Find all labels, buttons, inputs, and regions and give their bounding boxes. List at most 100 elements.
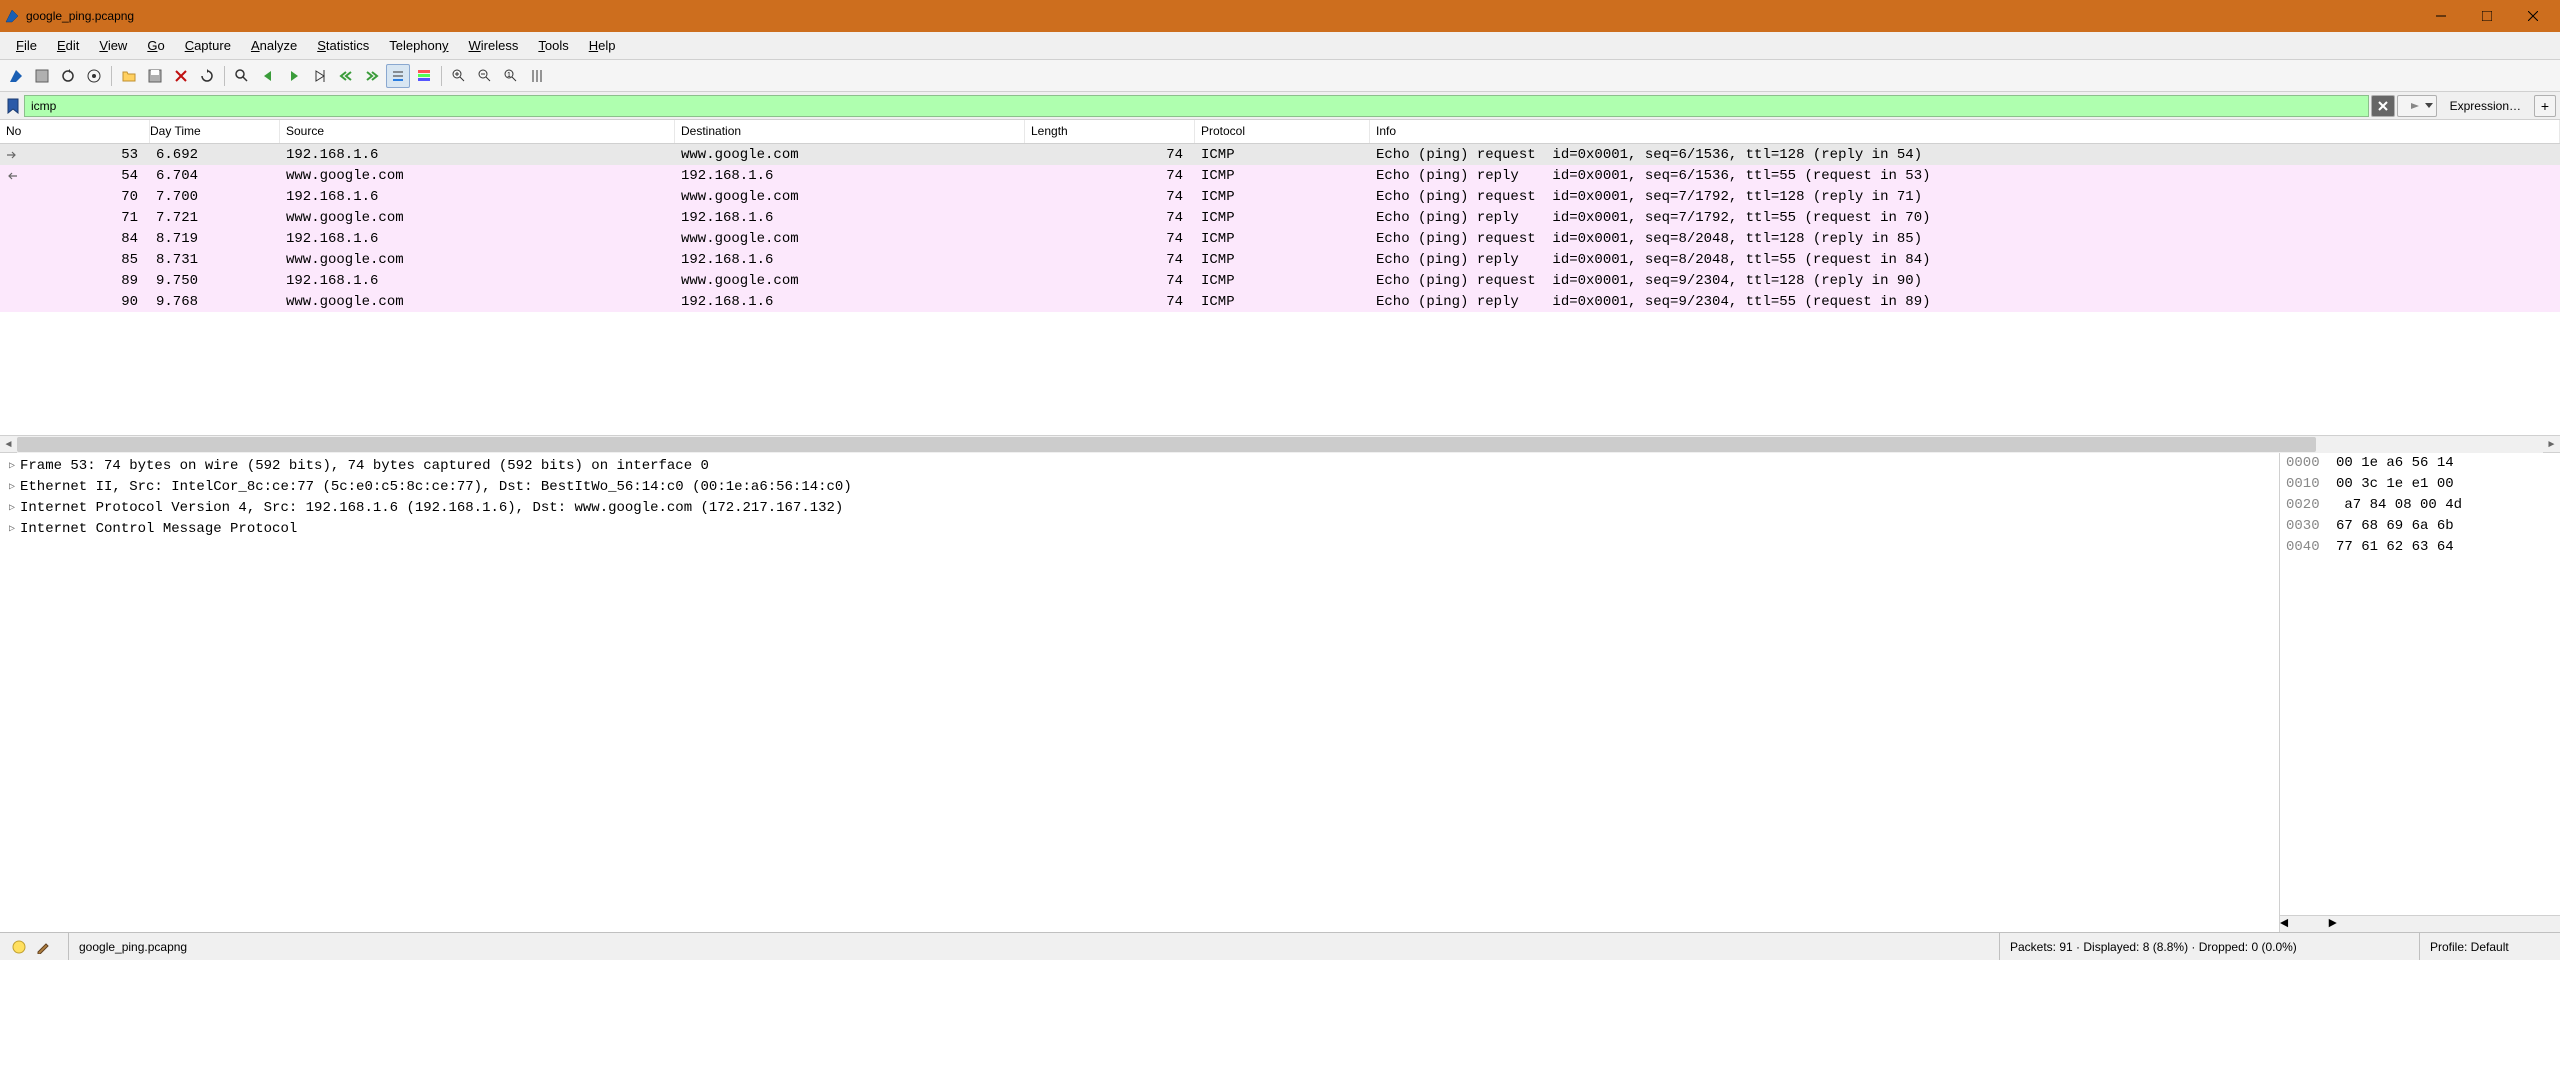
- hex-row[interactable]: 004077 61 62 63 64: [2286, 539, 2554, 560]
- capture-options-icon[interactable]: [82, 64, 106, 88]
- display-filter-input[interactable]: [24, 95, 2369, 117]
- col-header-no[interactable]: No: [0, 120, 150, 143]
- save-file-icon[interactable]: [143, 64, 167, 88]
- menu-statistics[interactable]: Statistics: [307, 34, 379, 57]
- hex-hscroll[interactable]: ◄ ►: [2280, 915, 2560, 932]
- colorize-icon[interactable]: [412, 64, 436, 88]
- packet-list-hscroll[interactable]: ◄ ►: [0, 435, 2560, 452]
- col-header-destination[interactable]: Destination: [675, 120, 1025, 143]
- col-header-length[interactable]: Length: [1025, 120, 1195, 143]
- next-packet-icon[interactable]: [282, 64, 306, 88]
- cell-info: Echo (ping) reply id=0x0001, seq=9/2304,…: [1370, 294, 2560, 310]
- cell-length: 74: [1025, 147, 1195, 163]
- stop-capture-icon[interactable]: [30, 64, 54, 88]
- menu-help[interactable]: Help: [579, 34, 626, 57]
- packet-list-header: No Day Time Source Destination Length Pr…: [0, 120, 2560, 144]
- cell-info: Echo (ping) request id=0x0001, seq=9/230…: [1370, 273, 2560, 289]
- start-capture-icon[interactable]: [4, 64, 28, 88]
- expand-caret-icon[interactable]: ▷: [4, 502, 20, 514]
- expand-caret-icon[interactable]: ▷: [4, 523, 20, 535]
- menu-analyze[interactable]: Analyze: [241, 34, 307, 57]
- prev-packet-icon[interactable]: [256, 64, 280, 88]
- menu-telephony[interactable]: Telephony: [379, 34, 458, 57]
- hex-bytes: 77 61 62 63 64: [2336, 539, 2554, 560]
- menu-bar: File Edit View Go Capture Analyze Statis…: [0, 32, 2560, 60]
- cell-no: 90: [0, 294, 150, 310]
- cell-destination: 192.168.1.6: [675, 168, 1025, 184]
- apply-filter-dropdown[interactable]: [2397, 95, 2437, 117]
- packet-bytes-pane[interactable]: 000000 1e a6 56 14001000 3c 1e e1 000020…: [2280, 453, 2560, 932]
- tree-row[interactable]: ▷Frame 53: 74 bytes on wire (592 bits), …: [4, 455, 2275, 476]
- col-header-source[interactable]: Source: [280, 120, 675, 143]
- add-filter-button[interactable]: +: [2534, 95, 2556, 117]
- packet-row[interactable]: 899.750192.168.1.6www.google.com74ICMPEc…: [0, 270, 2560, 291]
- window-title: google_ping.pcapng: [26, 9, 2418, 23]
- auto-scroll-icon[interactable]: [386, 64, 410, 88]
- maximize-button[interactable]: [2464, 0, 2510, 32]
- cell-destination: 192.168.1.6: [675, 294, 1025, 310]
- restart-capture-icon[interactable]: [56, 64, 80, 88]
- menu-view[interactable]: View: [89, 34, 137, 57]
- status-profile[interactable]: Profile: Default: [2420, 933, 2560, 960]
- packet-row[interactable]: 717.721www.google.com192.168.1.674ICMPEc…: [0, 207, 2560, 228]
- status-bar: google_ping.pcapng Packets: 91 · Display…: [0, 932, 2560, 960]
- first-packet-icon[interactable]: [334, 64, 358, 88]
- menu-tools[interactable]: Tools: [528, 34, 578, 57]
- packet-row[interactable]: 536.692192.168.1.6www.google.com74ICMPEc…: [0, 144, 2560, 165]
- filter-bookmark-icon[interactable]: [4, 96, 22, 116]
- zoom-out-icon[interactable]: [473, 64, 497, 88]
- goto-packet-icon[interactable]: [308, 64, 332, 88]
- col-header-protocol[interactable]: Protocol: [1195, 120, 1370, 143]
- menu-edit[interactable]: Edit: [47, 34, 89, 57]
- hex-bytes: 00 1e a6 56 14: [2336, 455, 2554, 476]
- menu-wireless[interactable]: Wireless: [459, 34, 529, 57]
- tree-row[interactable]: ▷Internet Protocol Version 4, Src: 192.1…: [4, 497, 2275, 518]
- packet-row[interactable]: 848.719192.168.1.6www.google.com74ICMPEc…: [0, 228, 2560, 249]
- tree-row[interactable]: ▷Internet Control Message Protocol: [4, 518, 2275, 539]
- packet-row[interactable]: 707.700192.168.1.6www.google.com74ICMPEc…: [0, 186, 2560, 207]
- cell-length: 74: [1025, 252, 1195, 268]
- hex-row[interactable]: 000000 1e a6 56 14: [2286, 455, 2554, 476]
- col-header-time[interactable]: Day Time: [150, 120, 280, 143]
- menu-capture[interactable]: Capture: [175, 34, 241, 57]
- cell-time: 7.700: [150, 189, 280, 205]
- cell-info: Echo (ping) reply id=0x0001, seq=8/2048,…: [1370, 252, 2560, 268]
- expression-button[interactable]: Expression…: [2439, 95, 2532, 117]
- hex-offset: 0000: [2286, 455, 2336, 476]
- packet-row[interactable]: 546.704www.google.com192.168.1.674ICMPEc…: [0, 165, 2560, 186]
- cell-source: www.google.com: [280, 252, 675, 268]
- cell-time: 8.731: [150, 252, 280, 268]
- col-header-info[interactable]: Info: [1370, 120, 2560, 143]
- cell-info: Echo (ping) reply id=0x0001, seq=6/1536,…: [1370, 168, 2560, 184]
- packet-row[interactable]: 858.731www.google.com192.168.1.674ICMPEc…: [0, 249, 2560, 270]
- expand-caret-icon[interactable]: ▷: [4, 481, 20, 493]
- clear-filter-icon[interactable]: [2371, 95, 2395, 117]
- expert-info-icon[interactable]: [10, 938, 28, 956]
- close-file-icon[interactable]: [169, 64, 193, 88]
- find-icon[interactable]: [230, 64, 254, 88]
- menu-file[interactable]: File: [6, 34, 47, 57]
- menu-go[interactable]: Go: [137, 34, 174, 57]
- app-logo-icon: [4, 8, 20, 24]
- tree-row[interactable]: ▷Ethernet II, Src: IntelCor_8c:ce:77 (5c…: [4, 476, 2275, 497]
- packet-row[interactable]: 909.768www.google.com192.168.1.674ICMPEc…: [0, 291, 2560, 312]
- hex-bytes: 67 68 69 6a 6b: [2336, 518, 2554, 539]
- reload-icon[interactable]: [195, 64, 219, 88]
- cell-protocol: ICMP: [1195, 189, 1370, 205]
- zoom-reset-icon[interactable]: 1: [499, 64, 523, 88]
- edit-capture-icon[interactable]: [34, 938, 52, 956]
- cell-time: 9.750: [150, 273, 280, 289]
- hex-row[interactable]: 001000 3c 1e e1 00: [2286, 476, 2554, 497]
- cell-length: 74: [1025, 231, 1195, 247]
- minimize-button[interactable]: [2418, 0, 2464, 32]
- cell-info: Echo (ping) request id=0x0001, seq=8/204…: [1370, 231, 2560, 247]
- hex-row[interactable]: 0020 a7 84 08 00 4d: [2286, 497, 2554, 518]
- resize-columns-icon[interactable]: [525, 64, 549, 88]
- close-button[interactable]: [2510, 0, 2556, 32]
- last-packet-icon[interactable]: [360, 64, 384, 88]
- zoom-in-icon[interactable]: [447, 64, 471, 88]
- hex-row[interactable]: 003067 68 69 6a 6b: [2286, 518, 2554, 539]
- open-file-icon[interactable]: [117, 64, 141, 88]
- packet-details-pane[interactable]: ▷Frame 53: 74 bytes on wire (592 bits), …: [0, 453, 2280, 932]
- expand-caret-icon[interactable]: ▷: [4, 460, 20, 472]
